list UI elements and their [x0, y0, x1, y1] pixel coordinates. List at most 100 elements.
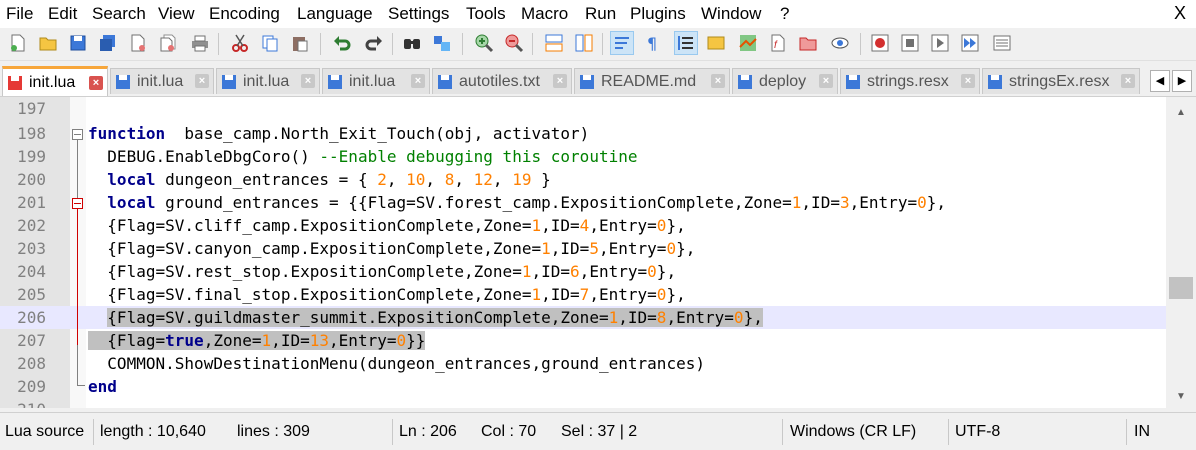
open-file-icon[interactable]	[36, 31, 60, 55]
close-document-button[interactable]: X	[1174, 3, 1186, 24]
tab-strings-resx[interactable]: strings.resx ×	[840, 68, 980, 94]
toolbar-separator	[392, 33, 393, 55]
number-token: 1	[531, 216, 542, 235]
code-token: l	[126, 262, 137, 281]
code-token: ,	[666, 262, 677, 281]
tab-stringsex-resx[interactable]: stringsEx.resx ×	[982, 68, 1140, 94]
document-map-icon[interactable]	[736, 31, 760, 55]
vertical-scrollbar[interactable]: ▲ ▼	[1166, 97, 1196, 408]
redo-icon[interactable]	[362, 31, 386, 55]
code-token: r	[627, 216, 638, 235]
tab-scroll-right-button[interactable]: ▶	[1172, 70, 1192, 92]
close-all-icon[interactable]	[156, 31, 180, 55]
tab-init-lua-4[interactable]: init.lua ×	[322, 68, 430, 94]
indent-guide-icon[interactable]	[674, 31, 698, 55]
code-editor[interactable]: 197 198 function base_camp.North_Exit_Tou…	[0, 97, 1166, 408]
zoom-out-icon[interactable]	[502, 31, 526, 55]
code-token: r	[271, 147, 281, 166]
save-macro-icon[interactable]	[990, 31, 1014, 55]
scrollbar-thumb[interactable]	[1169, 277, 1193, 299]
find-icon[interactable]	[400, 31, 424, 55]
menu-file[interactable]: File	[6, 4, 33, 24]
menu-plugins[interactable]: Plugins	[630, 4, 686, 24]
code-token: c	[502, 124, 513, 143]
menu-settings[interactable]: Settings	[388, 4, 449, 24]
close-tab-icon[interactable]: ×	[89, 76, 103, 90]
scroll-up-button[interactable]: ▲	[1166, 103, 1196, 123]
user-language-icon[interactable]	[704, 31, 728, 55]
sync-horizontal-icon[interactable]	[572, 31, 596, 55]
menu-window[interactable]: Window	[701, 4, 761, 24]
code-token: v	[531, 124, 542, 143]
code-token: n	[608, 285, 619, 304]
record-macro-icon[interactable]	[868, 31, 892, 55]
word-wrap-icon[interactable]	[610, 31, 634, 55]
menu-help[interactable]: ?	[780, 4, 789, 24]
close-tab-icon[interactable]: ×	[301, 74, 315, 88]
code-token: t	[714, 193, 725, 212]
code-token: =	[300, 331, 310, 350]
run-multiple-icon[interactable]	[958, 31, 982, 55]
stop-record-icon[interactable]	[898, 31, 922, 55]
menu-run[interactable]: Run	[585, 4, 616, 24]
code-token	[97, 331, 108, 350]
tab-scroll-left-button[interactable]: ◀	[1150, 70, 1170, 92]
paste-icon[interactable]	[288, 31, 312, 55]
play-macro-icon[interactable]	[928, 31, 952, 55]
close-tab-icon[interactable]: ×	[1121, 74, 1135, 88]
menu-language[interactable]: Language	[297, 4, 373, 24]
monitoring-icon[interactable]	[828, 31, 852, 55]
save-icon[interactable]	[66, 31, 90, 55]
undo-icon[interactable]	[330, 31, 354, 55]
tab-init-lua-1[interactable]: init.lua ×	[2, 66, 108, 96]
save-all-icon[interactable]	[96, 31, 120, 55]
menu-view[interactable]: View	[158, 4, 195, 24]
line-number: 208	[17, 354, 46, 373]
scroll-down-button[interactable]: ▼	[1166, 387, 1196, 407]
fold-collapse-icon[interactable]	[72, 129, 83, 140]
new-file-icon[interactable]	[6, 31, 30, 55]
fold-collapse-icon[interactable]	[72, 198, 83, 209]
close-tab-icon[interactable]: ×	[961, 74, 975, 88]
close-tab-icon[interactable]: ×	[553, 74, 567, 88]
close-icon[interactable]	[126, 31, 150, 55]
close-tab-icon[interactable]: ×	[819, 74, 833, 88]
code-token: s	[261, 308, 272, 327]
function-list-icon[interactable]: f	[766, 31, 790, 55]
tab-init-lua-2[interactable]: init.lua ×	[110, 68, 214, 94]
code-token: t	[608, 262, 619, 281]
menu-edit[interactable]: Edit	[48, 4, 77, 24]
print-icon[interactable]	[188, 31, 212, 55]
menu-tools[interactable]: Tools	[466, 4, 506, 24]
comment-token: l	[377, 147, 387, 166]
replace-icon[interactable]	[430, 31, 454, 55]
code-token: ,	[849, 193, 860, 212]
line-number: 197	[17, 99, 46, 118]
menu-encoding[interactable]: Encoding	[209, 4, 280, 24]
tab-init-lua-3[interactable]: init.lua ×	[216, 68, 320, 94]
show-all-chars-icon[interactable]: ¶	[640, 31, 664, 55]
tab-autotiles-txt[interactable]: autotiles.txt ×	[432, 68, 572, 94]
close-tab-icon[interactable]: ×	[711, 74, 725, 88]
close-tab-icon[interactable]: ×	[195, 74, 209, 88]
copy-icon[interactable]	[258, 31, 282, 55]
tab-deploy[interactable]: deploy ×	[732, 68, 838, 94]
code-token: x	[309, 216, 320, 235]
cut-icon[interactable]	[228, 31, 252, 55]
menu-macro[interactable]: Macro	[521, 4, 568, 24]
svg-text:¶: ¶	[647, 34, 657, 53]
code-token: t	[309, 124, 320, 143]
code-token: e	[213, 147, 223, 166]
code-token: c	[512, 193, 522, 212]
folder-workspace-icon[interactable]	[796, 31, 820, 55]
menu-search[interactable]: Search	[92, 4, 146, 24]
code-token: x	[319, 239, 330, 258]
code-token: .	[184, 285, 195, 304]
sync-vertical-icon[interactable]	[542, 31, 566, 55]
tab-readme-md[interactable]: README.md ×	[574, 68, 730, 94]
code-token: a	[271, 193, 281, 212]
code-token: e	[242, 170, 252, 189]
zoom-in-icon[interactable]	[472, 31, 496, 55]
close-tab-icon[interactable]: ×	[411, 74, 425, 88]
